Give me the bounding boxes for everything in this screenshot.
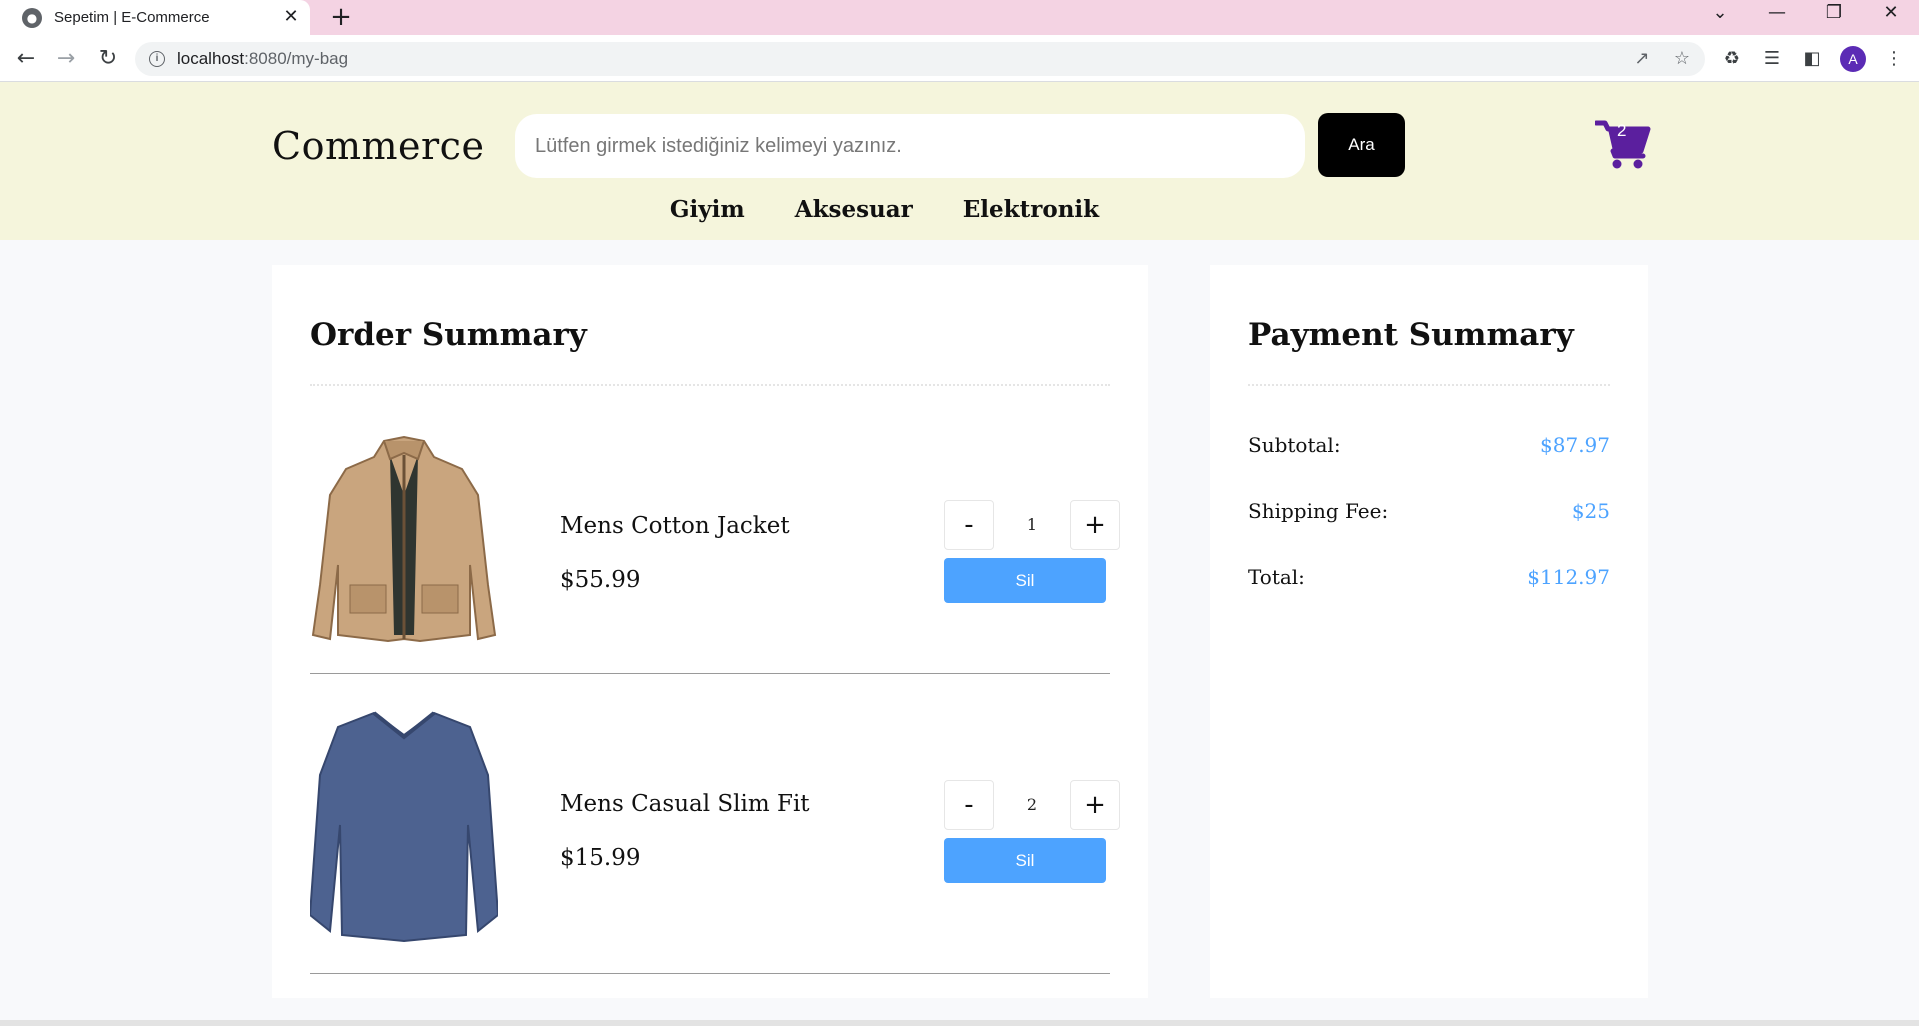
subtotal-value: $87.97	[1540, 433, 1610, 457]
item-name[interactable]: Mens Cotton Jacket	[560, 513, 790, 539]
tab-search-chevron-icon[interactable]: ⌄	[1694, 0, 1746, 30]
increase-quantity-button[interactable]: +	[1070, 780, 1120, 830]
subtotal-row: Subtotal: $87.97	[1248, 433, 1610, 457]
order-summary-card: Order Summary Mens Cotton Jacket $55.99 …	[272, 265, 1148, 998]
payment-summary-title: Payment Summary	[1248, 317, 1574, 353]
payment-summary-card: Payment Summary Subtotal: $87.97 Shippin…	[1210, 265, 1648, 998]
item-name[interactable]: Mens Casual Slim Fit	[560, 791, 810, 817]
quantity-value: 1	[1026, 515, 1038, 534]
order-summary-title: Order Summary	[310, 317, 587, 353]
category-link-elektronik[interactable]: Elektronik	[963, 196, 1099, 223]
item-divider	[310, 973, 1110, 974]
more-menu-icon[interactable]: ⋮	[1882, 47, 1906, 71]
shipping-value: $25	[1571, 499, 1610, 523]
cart-button[interactable]: 2	[1593, 120, 1651, 170]
shipping-row: Shipping Fee: $25	[1248, 499, 1610, 523]
url-path: :8080/my-bag	[244, 49, 349, 68]
address-bar[interactable]: i localhost:8080/my-bag ↗ ☆	[135, 42, 1705, 76]
item-price: $55.99	[560, 567, 641, 593]
share-icon[interactable]: ↗	[1631, 48, 1653, 70]
side-panel-icon[interactable]: ◧	[1800, 47, 1824, 71]
reload-icon[interactable]: ↻	[92, 43, 124, 75]
globe-icon: ●	[22, 7, 42, 28]
decrease-quantity-button[interactable]: -	[944, 500, 994, 550]
profile-avatar[interactable]: A	[1840, 46, 1866, 72]
remove-item-button[interactable]: Sil	[944, 838, 1106, 883]
category-nav: Giyim Aksesuar Elektronik	[0, 196, 1919, 223]
shipping-label: Shipping Fee:	[1248, 499, 1389, 523]
back-arrow-icon[interactable]: ←	[10, 43, 42, 75]
quantity-value: 2	[1026, 795, 1038, 814]
item-divider	[310, 673, 1110, 674]
jacket-image[interactable]	[310, 435, 498, 645]
item-price: $15.99	[560, 845, 641, 871]
category-link-giyim[interactable]: Giyim	[670, 196, 745, 223]
site-logo[interactable]: Commerce	[272, 124, 484, 168]
subtotal-label: Subtotal:	[1248, 433, 1341, 457]
site-header: Commerce Ara 2 Giyim Aksesuar Elektronik	[0, 82, 1919, 240]
url-text: localhost:8080/my-bag	[177, 49, 348, 69]
cart-count-badge: 2	[1617, 121, 1627, 140]
browser-toolbar: ← → ↻ i localhost:8080/my-bag ↗ ☆ ♻ ☰ ◧ …	[0, 35, 1919, 82]
title-divider	[1248, 384, 1610, 386]
browser-tab[interactable]: ● Sepetim | E-Commerce ✕	[0, 0, 310, 35]
search-input[interactable]	[515, 114, 1305, 178]
total-row: Total: $112.97	[1248, 565, 1610, 589]
new-tab-icon[interactable]: +	[326, 2, 356, 32]
forward-arrow-icon[interactable]: →	[50, 43, 82, 75]
total-label: Total:	[1248, 565, 1305, 589]
url-host: localhost	[177, 49, 245, 68]
minimize-icon[interactable]: —	[1751, 0, 1803, 30]
title-divider	[310, 384, 1110, 386]
close-window-icon[interactable]: ✕	[1865, 0, 1917, 30]
browser-tab-strip: ● Sepetim | E-Commerce ✕ + ⌄ — ❐ ✕	[0, 0, 1919, 35]
media-queue-icon[interactable]: ☰	[1760, 47, 1784, 71]
extensions-puzzle-icon[interactable]: ♻	[1720, 47, 1744, 71]
sweater-image[interactable]	[310, 705, 498, 945]
horizontal-scrollbar[interactable]	[0, 1020, 1919, 1026]
bookmark-star-icon[interactable]: ☆	[1671, 48, 1693, 70]
search-button[interactable]: Ara	[1318, 113, 1405, 177]
close-tab-icon[interactable]: ✕	[280, 6, 302, 28]
remove-item-button[interactable]: Sil	[944, 558, 1106, 603]
site-info-icon[interactable]: i	[149, 51, 165, 67]
category-link-aksesuar[interactable]: Aksesuar	[795, 196, 913, 223]
total-value: $112.97	[1527, 565, 1610, 589]
tab-title: Sepetim | E-Commerce	[54, 9, 210, 26]
increase-quantity-button[interactable]: +	[1070, 500, 1120, 550]
restore-icon[interactable]: ❐	[1808, 0, 1860, 30]
decrease-quantity-button[interactable]: -	[944, 780, 994, 830]
